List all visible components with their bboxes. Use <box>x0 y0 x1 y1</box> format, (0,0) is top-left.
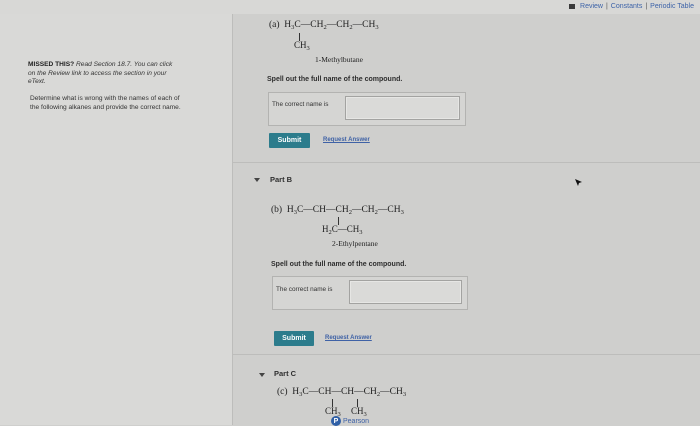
structure-b-caption: 2-Ethylpentane <box>332 239 378 248</box>
separator: | <box>645 3 648 10</box>
part-b-header[interactable]: Part B <box>270 175 292 184</box>
structure-b: (b) H3C—CH—CH2—CH2—CH3 H2C—CH3 2-Ethylpe… <box>271 202 511 262</box>
menu-icon[interactable] <box>569 4 576 9</box>
part-a-prompt: Spell out the full name of the compound. <box>267 76 403 83</box>
part-b-answer-box: The correct name is <box>272 276 468 310</box>
missed-this-text-2: on the Review link to access the section… <box>28 69 167 77</box>
main-content: (a) H3C—CH2—CH2—CH3 CH3 1-Methylbutane S… <box>233 14 700 425</box>
part-b-answer-label: The correct name is <box>276 286 333 293</box>
part-c-header[interactable]: Part C <box>274 369 296 378</box>
label-a: (a) <box>269 20 280 30</box>
structure-a-branch: CH3 <box>294 40 310 52</box>
instructions-line-2: the following alkanes and provide the co… <box>30 103 181 111</box>
structure-a-chain: (a) H3C—CH2—CH2—CH3 <box>269 20 379 31</box>
instructions-line-1: Determine what is wrong with the names o… <box>30 95 180 102</box>
missed-this-text-3: eText. <box>28 78 46 85</box>
part-a-answer-label: The correct name is <box>272 101 329 108</box>
missed-this-title: MISSED THIS? <box>28 61 75 68</box>
constants-link[interactable]: Constants <box>611 3 643 10</box>
top-bar: Review | Constants | Periodic Table <box>0 0 700 14</box>
part-a-answer-box: The correct name is <box>268 92 466 126</box>
missed-this-note: MISSED THIS? Read Section 18.7. You can … <box>28 61 218 87</box>
part-b-submit-button[interactable]: Submit <box>274 331 314 346</box>
instructions-panel: MISSED THIS? Read Section 18.7. You can … <box>0 14 233 425</box>
periodic-table-link[interactable]: Periodic Table <box>650 3 694 10</box>
label-b: (b) <box>271 205 283 215</box>
divider <box>233 162 700 163</box>
pearson-text: Pearson <box>343 417 370 425</box>
label-c: (c) <box>277 387 288 397</box>
mouse-cursor-icon <box>575 179 582 186</box>
structure-b-chain: (b) H3C—CH—CH2—CH2—CH3 <box>271 205 404 216</box>
collapse-caret-icon[interactable] <box>254 178 260 182</box>
missed-this-text-1: Read Section 18.7. You can click <box>76 61 173 68</box>
part-a-submit-button[interactable]: Submit <box>269 133 310 148</box>
review-link[interactable]: Review <box>580 3 603 10</box>
structure-c-chain: (c) H3C—CH—CH—CH2—CH3 <box>277 387 407 398</box>
part-b-prompt: Spell out the full name of the compound. <box>271 261 407 268</box>
instructions-text: Determine what is wrong with the names o… <box>30 95 220 112</box>
structure-a: (a) H3C—CH2—CH2—CH3 CH3 1-Methylbutane <box>269 14 489 74</box>
part-a-answer-input[interactable] <box>345 96 460 120</box>
part-b-answer-input[interactable] <box>349 280 462 304</box>
structure-c: (c) H3C—CH—CH—CH2—CH3 CH3 CH3 <box>277 387 517 425</box>
structure-a-caption: 1-Methylbutane <box>315 55 363 64</box>
part-b-request-answer-link[interactable]: Request Answer <box>325 335 372 341</box>
collapse-caret-icon[interactable] <box>259 373 265 377</box>
part-a-request-answer-link[interactable]: Request Answer <box>323 137 370 143</box>
structure-b-branch: H2C—CH3 <box>322 224 363 236</box>
top-links: Review | Constants | Periodic Table <box>569 3 694 10</box>
separator: | <box>605 3 608 10</box>
divider <box>233 354 700 355</box>
